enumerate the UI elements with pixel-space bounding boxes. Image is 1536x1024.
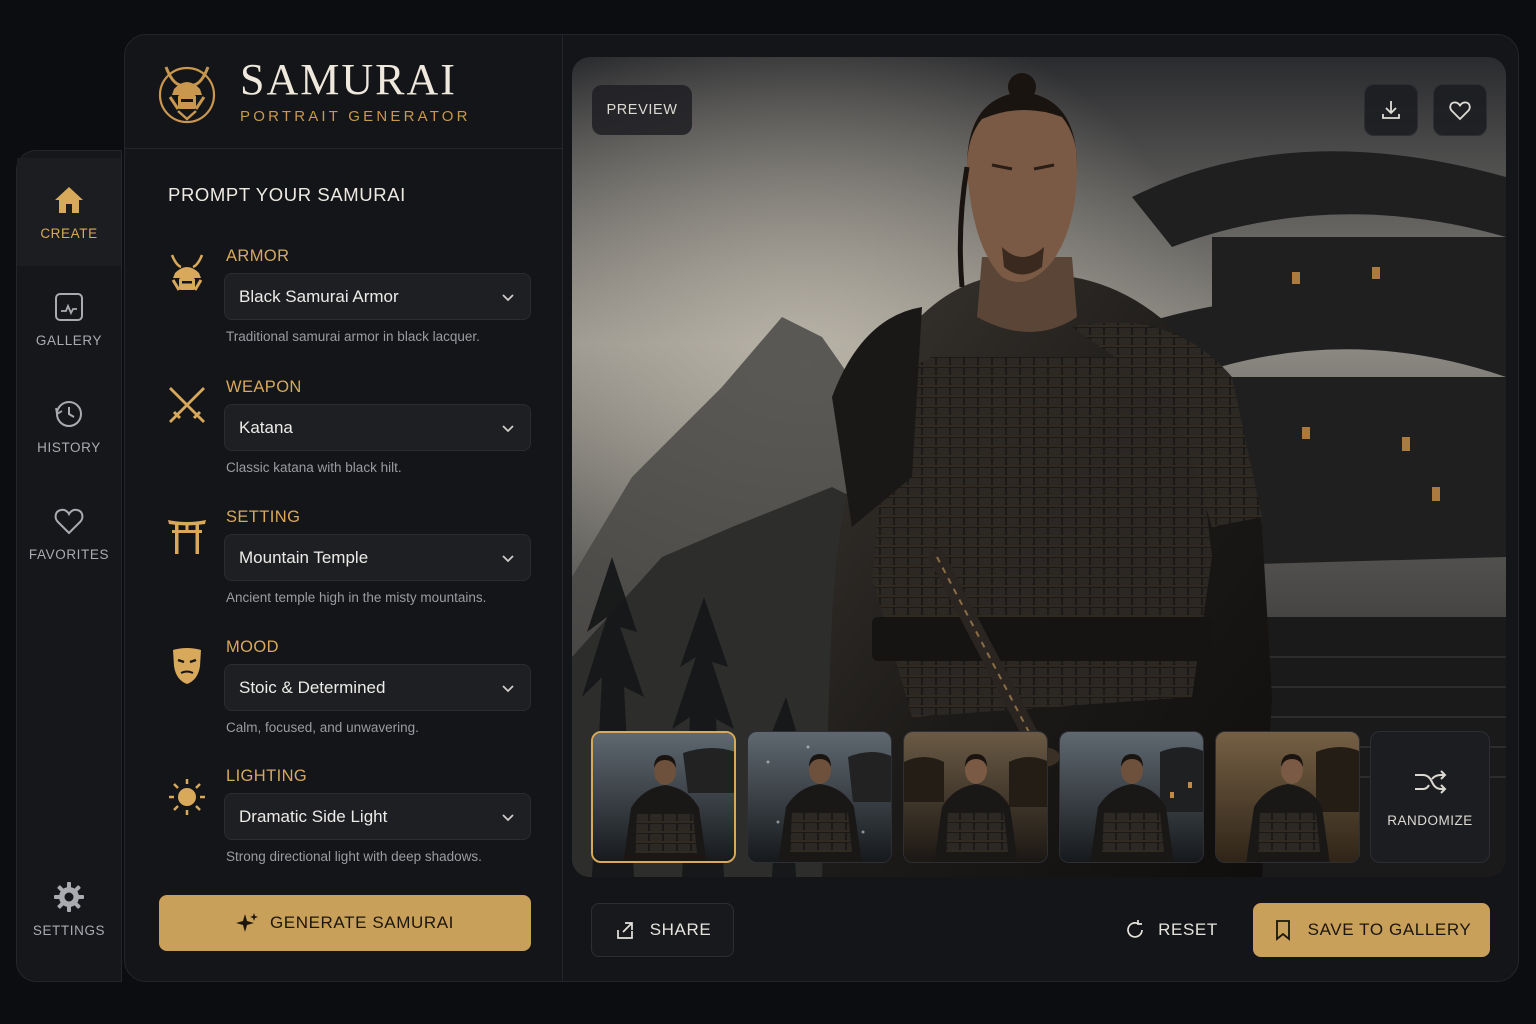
app-title: SAMURAI xyxy=(240,55,457,104)
reset-icon xyxy=(1127,920,1144,938)
generate-label: GENERATE SAMURAI xyxy=(269,913,455,932)
torii-gate-icon xyxy=(168,520,206,554)
nav-item-history[interactable]: HISTORY xyxy=(17,372,121,480)
field-label: MOOD xyxy=(226,638,279,656)
select-value: Katana xyxy=(239,417,293,437)
save-label: SAVE TO GALLERY xyxy=(1307,920,1472,939)
shuffle-icon xyxy=(1415,769,1447,794)
thumbnail-image xyxy=(1060,732,1203,862)
reset-label: RESET xyxy=(1158,920,1218,939)
select-value: Stoic & Determined xyxy=(239,677,386,697)
generate-button[interactable]: GENERATE SAMURAI xyxy=(159,895,531,951)
field-description: Classic katana with black hilt. xyxy=(226,460,402,475)
field-label: SETTING xyxy=(226,508,301,526)
randomize-label: RANDOMIZE xyxy=(1387,812,1473,828)
thumbnail-image xyxy=(593,733,734,861)
armor-select[interactable]: Black Samurai Armor xyxy=(224,273,531,320)
field-label: ARMOR xyxy=(226,247,290,265)
randomize-button[interactable]: RANDOMIZE xyxy=(1370,731,1490,863)
select-value: Black Samurai Armor xyxy=(239,286,399,306)
preview-tag: PREVIEW xyxy=(592,85,692,135)
select-value: Mountain Temple xyxy=(239,547,369,567)
thumbnail-5[interactable] xyxy=(1215,731,1360,863)
nav-label: SETTINGS xyxy=(32,922,106,938)
share-icon xyxy=(616,922,633,939)
history-icon xyxy=(55,400,82,427)
heart-icon xyxy=(1449,101,1471,121)
thumbnail-4[interactable] xyxy=(1059,731,1204,863)
share-button[interactable]: SHARE xyxy=(591,903,734,957)
gallery-icon xyxy=(55,292,83,321)
divider xyxy=(562,35,563,981)
download-icon xyxy=(1382,101,1400,119)
sparkle-icon xyxy=(235,913,258,932)
samurai-helmet-logo xyxy=(158,65,216,123)
thumbnail-1[interactable] xyxy=(591,731,736,863)
nav-label: HISTORY xyxy=(37,439,101,455)
field-description: Traditional samurai armor in black lacqu… xyxy=(226,329,480,344)
field-label: LIGHTING xyxy=(226,767,308,785)
brand-header: SAMURAI PORTRAIT GENERATOR xyxy=(156,58,471,125)
weapon-select[interactable]: Katana xyxy=(224,404,531,451)
nav-label: CREATE xyxy=(40,225,98,241)
select-value: Dramatic Side Light xyxy=(239,806,388,826)
chevron-down-icon xyxy=(502,813,514,821)
thumbnail-image xyxy=(1216,732,1359,862)
prompt-heading: PROMPT YOUR SAMURAI xyxy=(168,184,406,205)
nav-item-gallery[interactable]: GALLERY xyxy=(17,265,121,373)
setting-select[interactable]: Mountain Temple xyxy=(224,534,531,581)
divider xyxy=(124,148,562,149)
chevron-down-icon xyxy=(502,293,514,301)
nav-label: FAVORITES xyxy=(28,546,110,562)
mask-icon xyxy=(173,648,201,684)
sun-icon xyxy=(169,779,205,815)
nav-label: GALLERY xyxy=(35,332,103,348)
samurai-helmet-icon xyxy=(170,254,204,291)
bookmark-icon xyxy=(1275,920,1290,941)
reset-button[interactable]: RESET xyxy=(1112,903,1230,957)
thumbnail-image xyxy=(748,732,891,862)
favorite-button[interactable] xyxy=(1433,84,1487,136)
chevron-down-icon xyxy=(502,684,514,692)
mood-select[interactable]: Stoic & Determined xyxy=(224,664,531,711)
crossed-swords-icon xyxy=(169,387,205,423)
thumbnail-image xyxy=(904,732,1047,862)
home-icon xyxy=(55,186,83,213)
lighting-select[interactable]: Dramatic Side Light xyxy=(224,793,531,840)
field-description: Ancient temple high in the misty mountai… xyxy=(226,590,487,605)
field-label: WEAPON xyxy=(226,378,302,396)
thumbnail-2[interactable] xyxy=(747,731,892,863)
download-button[interactable] xyxy=(1364,84,1418,136)
heart-icon xyxy=(54,508,84,534)
gear-icon xyxy=(54,881,84,912)
share-label: SHARE xyxy=(649,920,712,939)
save-to-gallery-button[interactable]: SAVE TO GALLERY xyxy=(1253,903,1490,957)
field-description: Calm, focused, and unwavering. xyxy=(226,720,419,735)
app-subtitle: PORTRAIT GENERATOR xyxy=(240,108,471,125)
field-description: Strong directional light with deep shado… xyxy=(226,849,482,864)
thumbnail-3[interactable] xyxy=(903,731,1048,863)
nav-item-create[interactable]: CREATE xyxy=(17,158,121,266)
chevron-down-icon xyxy=(502,554,514,562)
nav-item-settings[interactable]: SETTINGS xyxy=(17,855,121,963)
chevron-down-icon xyxy=(502,424,514,432)
nav-item-favorites[interactable]: FAVORITES xyxy=(17,479,121,587)
